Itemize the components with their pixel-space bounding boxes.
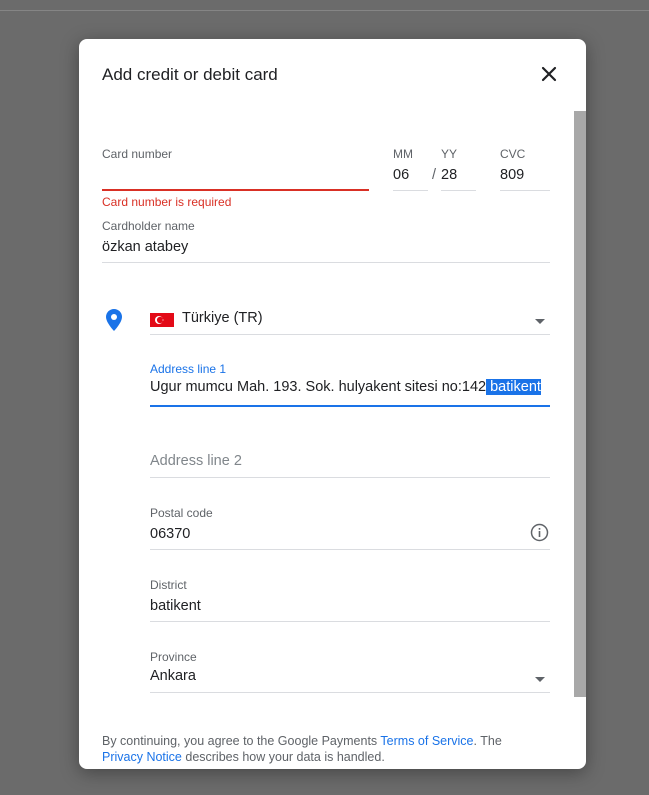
card-number-label: Card number [102, 147, 173, 161]
expiry-year-underline [441, 190, 476, 191]
card-number-error: Card number is required [102, 195, 232, 209]
expiry-separator: / [432, 167, 437, 183]
scrollbar-thumb[interactable] [574, 111, 586, 697]
postal-code-label: Postal code [150, 506, 213, 520]
dialog-title: Add credit or debit card [102, 65, 278, 84]
card-number-error-underline [102, 189, 369, 191]
cardholder-underline [102, 262, 550, 263]
expiry-year-input[interactable]: 28 [441, 167, 457, 183]
country-value: Türkiye (TR) [182, 310, 263, 326]
cvc-underline [500, 190, 550, 191]
province-dropdown-icon [535, 677, 545, 682]
cvc-label: CVC [500, 147, 526, 161]
district-underline [150, 621, 550, 622]
footer-disclaimer: By continuing, you agree to the Google P… [102, 733, 552, 765]
province-label: Province [150, 650, 197, 664]
footer-text-1: By continuing, you agree to the Google P… [102, 734, 381, 748]
add-card-dialog: Add credit or debit card Card number Car… [79, 39, 586, 769]
close-button[interactable] [538, 63, 560, 85]
footer-text-3: describes how your data is handled. [181, 750, 385, 764]
cardholder-label: Cardholder name [102, 219, 195, 233]
background-divider [0, 10, 649, 11]
expiry-year-label: YY [441, 147, 458, 161]
country-underline [150, 334, 550, 335]
address-line1-label: Address line 1 [150, 362, 227, 376]
turkey-flag-icon [150, 313, 174, 327]
address-line1-text: Ugur mumcu Mah. 193. Sok. hulyakent site… [150, 379, 487, 395]
address-line2-underline [150, 477, 550, 478]
close-icon [541, 66, 557, 82]
scrollbar-track[interactable] [574, 111, 586, 697]
cardholder-input[interactable]: özkan atabey [102, 239, 188, 255]
address-line1-input[interactable]: Ugur mumcu Mah. 193. Sok. hulyakent site… [150, 379, 550, 403]
address-line1-selection: batikent [486, 379, 541, 395]
district-input[interactable]: batikent [150, 598, 201, 614]
location-pin-icon [106, 309, 122, 331]
province-underline [150, 692, 550, 693]
country-dropdown-icon [535, 319, 545, 324]
postal-code-input[interactable]: 06370 [150, 526, 190, 542]
address-line1-focus-underline [150, 405, 550, 407]
address-line2-input[interactable]: Address line 2 [150, 453, 242, 469]
privacy-notice-link[interactable]: Privacy Notice [102, 750, 182, 764]
cvc-input[interactable]: 809 [500, 167, 524, 183]
district-label: District [150, 578, 187, 592]
terms-of-service-link[interactable]: Terms of Service [380, 734, 473, 748]
expiry-month-label: MM [393, 147, 413, 161]
postal-code-underline [150, 549, 550, 550]
province-value: Ankara [150, 668, 196, 684]
expiry-month-underline [393, 190, 428, 191]
footer-text-2: . The [473, 734, 502, 748]
info-icon[interactable] [530, 523, 549, 542]
expiry-month-input[interactable]: 06 [393, 167, 409, 183]
